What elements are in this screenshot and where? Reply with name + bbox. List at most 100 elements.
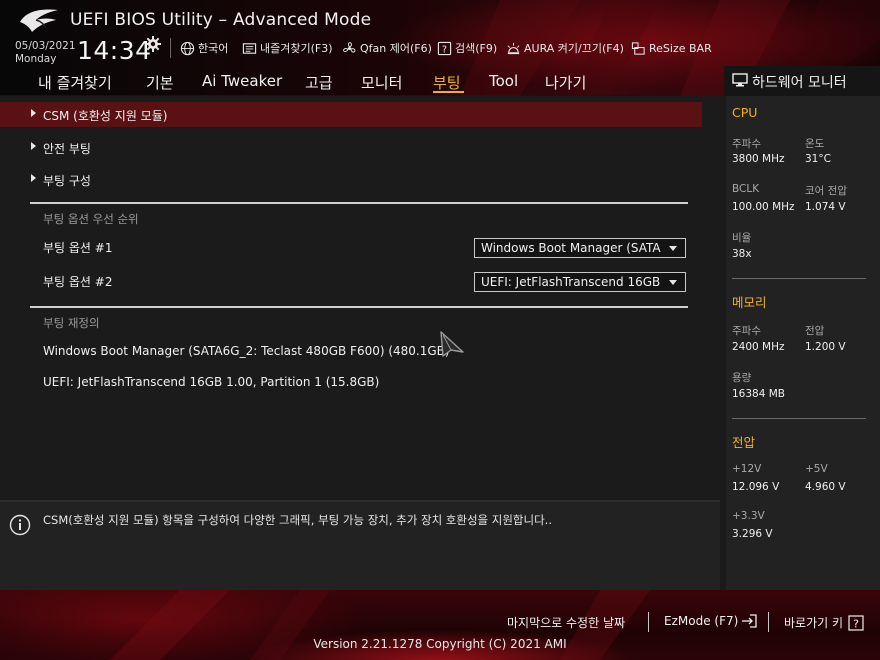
boot-option-1-label: 부팅 옵션 #1 <box>43 241 113 255</box>
mouse-cursor-icon <box>440 331 464 357</box>
menu-item-csm[interactable]: CSM (호환성 지원 모듈) <box>0 102 702 127</box>
hotkeys-button[interactable]: 바로가기 키 ? <box>784 614 864 631</box>
rog-logo-icon <box>20 9 58 32</box>
v12-label: +12V <box>732 463 762 475</box>
tab-boot[interactable]: 부팅 <box>433 72 461 93</box>
v33-label: +3.3V <box>732 510 765 522</box>
weekday-display: Monday <box>15 53 57 65</box>
qfan-label: Qfan 제어(F6) <box>360 42 432 55</box>
header-divider <box>170 38 171 58</box>
svg-text:?: ? <box>442 44 447 55</box>
monitor-icon <box>732 73 748 87</box>
favorites-button[interactable]: 내즐겨찾기(F3) <box>242 40 333 56</box>
boot-override-item[interactable]: Windows Boot Manager (SATA6G_2: Teclast … <box>43 344 450 358</box>
menu-item-label: 부팅 구성 <box>43 174 91 188</box>
last-modified-button[interactable]: 마지막으로 수정한 날짜 <box>507 614 625 631</box>
boot-option-2-dropdown[interactable]: UEFI: JetFlashTranscend 16GB 1.00, Parti… <box>474 272 686 292</box>
cpu-frequency-label: 주파수 <box>732 138 761 150</box>
gear-icon[interactable] <box>145 36 161 52</box>
help-key-icon: ? <box>848 614 864 631</box>
memory-voltage-value: 1.200 V <box>805 341 846 353</box>
ratio-label: 비율 <box>732 232 752 244</box>
tab-main[interactable]: 기본 <box>146 72 174 93</box>
boot-override-section-title: 부팅 재정의 <box>43 316 100 330</box>
resize-bar-icon <box>631 41 645 55</box>
bclk-label: BCLK <box>732 183 760 195</box>
hw-section-memory: 메모리 <box>732 295 767 310</box>
tab-advanced[interactable]: 고급 <box>305 72 333 93</box>
memory-frequency-label: 주파수 <box>732 325 761 337</box>
v5-value: 4.960 V <box>805 481 846 493</box>
cpu-temperature-label: 온도 <box>805 138 825 150</box>
v33-value: 3.296 V <box>732 528 773 540</box>
resize-bar-label: ReSize BAR <box>649 41 712 55</box>
info-icon <box>9 514 31 536</box>
aura-label: AURA 켜기/끄기(F4) <box>524 42 624 55</box>
submenu-arrow-icon <box>31 142 36 150</box>
help-text: CSM(호환성 지원 모듈) 항목을 구성하여 다양한 그래픽, 부팅 가능 장… <box>43 513 552 527</box>
cpu-frequency-value: 3800 MHz <box>732 153 785 165</box>
boot-override-item[interactable]: UEFI: JetFlashTranscend 16GB 1.00, Parti… <box>43 375 379 389</box>
hw-divider <box>732 418 866 419</box>
cpu-temperature-value: 31°C <box>805 153 831 165</box>
memory-voltage-label: 전압 <box>805 325 825 337</box>
footer-divider <box>648 612 649 632</box>
aura-toggle-button[interactable]: AURA 켜기/끄기(F4) <box>506 40 624 56</box>
language-button[interactable]: 한국어 <box>180 40 228 56</box>
resize-bar-button[interactable]: ReSize BAR <box>631 40 712 56</box>
aura-icon <box>507 42 520 54</box>
menu-item-label: CSM (호환성 지원 모듈) <box>43 109 168 123</box>
hotkeys-label: 바로가기 키 <box>784 616 844 630</box>
exit-arrow-icon <box>742 614 757 628</box>
menu-item-boot-configuration[interactable]: 부팅 구성 <box>0 167 702 192</box>
ratio-value: 38x <box>732 248 752 260</box>
globe-icon <box>180 41 195 55</box>
boot-option-2-value: UEFI: JetFlashTranscend 16GB 1.00, Parti… <box>481 275 661 289</box>
v5-label: +5V <box>805 463 828 475</box>
hw-divider <box>732 278 866 279</box>
bclk-value: 100.00 MHz <box>732 201 795 213</box>
divider <box>30 306 688 308</box>
tab-tool[interactable]: Tool <box>489 72 518 90</box>
memory-frequency-value: 2400 MHz <box>732 341 785 353</box>
menu-item-label: 안전 부팅 <box>43 142 91 156</box>
chevron-down-icon <box>669 280 677 285</box>
boot-option-1-value: Windows Boot Manager (SATA6G_2: Teclast … <box>481 241 661 255</box>
hw-section-cpu: CPU <box>732 105 758 120</box>
tab-ai-tweaker[interactable]: Ai Tweaker <box>202 72 282 90</box>
footer-divider <box>768 612 769 632</box>
tab-exit[interactable]: 나가기 <box>545 72 586 93</box>
qfan-button[interactable]: Qfan 제어(F6) <box>342 40 432 56</box>
svg-text:?: ? <box>853 617 859 630</box>
boot-option-1-dropdown[interactable]: Windows Boot Manager (SATA6G_2: Teclast … <box>474 238 686 258</box>
hw-section-voltage: 전압 <box>732 435 756 450</box>
chevron-down-icon <box>669 246 677 251</box>
time-display: 14:34 <box>77 36 152 65</box>
search-button[interactable]: ? 검색(F9) <box>437 40 497 56</box>
v12-value: 12.096 V <box>732 481 780 493</box>
hw-monitor-title: 하드웨어 모니터 <box>752 75 847 91</box>
submenu-arrow-icon <box>31 174 36 182</box>
version-text: Version 2.21.1278 Copyright (C) 2021 AMI <box>313 637 567 651</box>
submenu-arrow-icon <box>31 109 36 117</box>
ezmode-label: EzMode (F7) <box>664 614 739 628</box>
boot-option-2-label: 부팅 옵션 #2 <box>43 275 113 289</box>
memory-capacity-value: 16384 MB <box>732 388 786 400</box>
divider <box>30 202 688 204</box>
menu-item-secure-boot[interactable]: 안전 부팅 <box>0 135 702 160</box>
date-display: 05/03/2021 <box>15 40 76 52</box>
fan-icon <box>343 41 356 53</box>
language-label: 한국어 <box>198 42 229 55</box>
search-help-icon: ? <box>437 41 452 55</box>
memory-capacity-label: 용량 <box>732 372 752 384</box>
boot-priority-section-title: 부팅 옵션 우선 순위 <box>43 212 139 226</box>
active-tab-indicator <box>433 91 464 93</box>
core-voltage-value: 1.074 V <box>805 201 846 213</box>
core-voltage-label: 코어 전압 <box>805 185 847 197</box>
favorites-label: 내즐겨찾기(F3) <box>260 42 333 55</box>
tab-monitor[interactable]: 모니터 <box>361 72 402 93</box>
search-label: 검색(F9) <box>455 42 498 55</box>
app-title: UEFI BIOS Utility – Advanced Mode <box>70 10 372 30</box>
ezmode-button[interactable]: EzMode (F7) <box>664 614 757 628</box>
tab-favorites[interactable]: 내 즐겨찾기 <box>38 72 112 93</box>
